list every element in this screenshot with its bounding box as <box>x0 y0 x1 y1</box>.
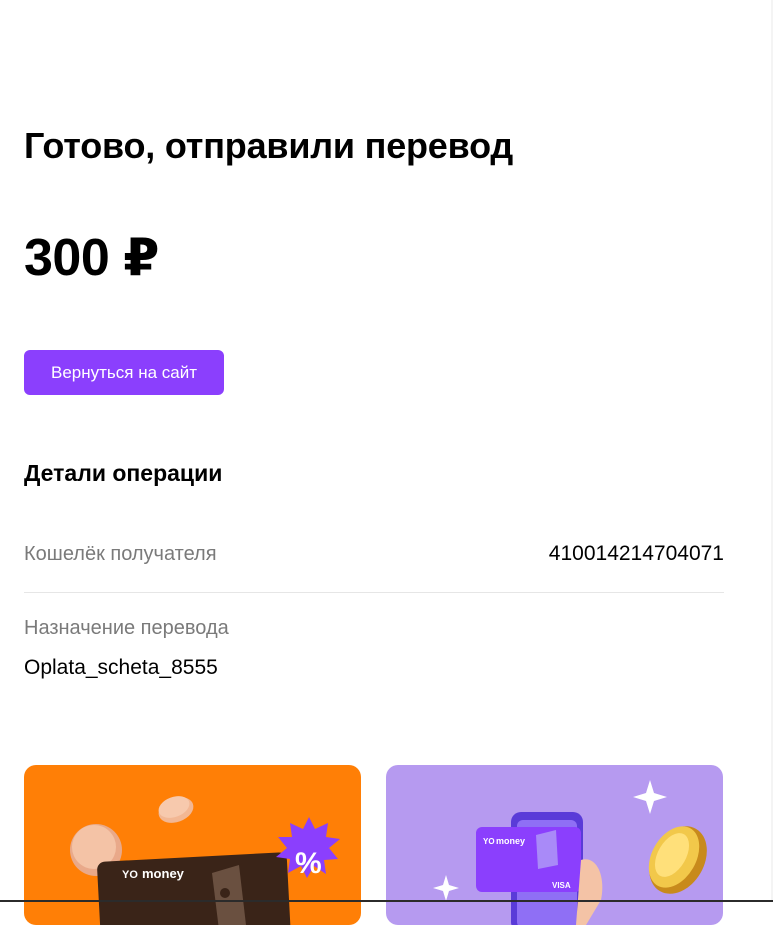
svg-text:YO: YO <box>122 869 138 881</box>
visa-text: VISA <box>552 881 571 890</box>
card-brand-text: money <box>142 866 185 881</box>
percent-sign: % <box>295 847 322 880</box>
details-divider <box>24 592 724 593</box>
purpose-label: Назначение перевода <box>24 617 229 639</box>
wallet-label: Кошелёк получателя <box>24 543 217 565</box>
svg-text:YO: YO <box>483 837 495 846</box>
page-title: Готово, отправили перевод <box>24 125 514 166</box>
wallet-value: 410014214704071 <box>548 542 724 565</box>
return-to-site-button[interactable]: Вернуться на сайт <box>24 350 224 395</box>
purpose-value: Oplata_scheta_8555 <box>24 656 218 679</box>
details-title: Детали операции <box>24 460 223 486</box>
transfer-amount: 300 ₽ <box>24 229 159 287</box>
svg-text:money: money <box>496 836 525 846</box>
